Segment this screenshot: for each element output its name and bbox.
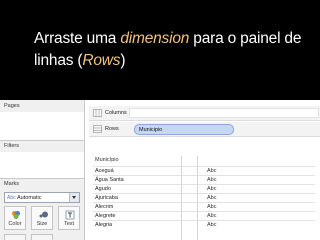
municipio-pill[interactable]: Municipio [134,124,234,135]
left-panel: Pages Filters Marks Abc Automatic Color … [0,100,85,240]
row-city: Alegria [95,222,113,228]
chevron-down-icon[interactable] [69,193,79,202]
pill-label: Municipio [139,127,163,133]
row-value: Abc [207,222,217,228]
row-value: Abc [207,177,217,183]
text-icon [65,210,75,220]
instruction-part-3: ) [120,52,126,69]
text-label: Text [63,221,75,227]
size-icon [39,211,48,218]
size-button[interactable]: Size [31,206,53,230]
row-value: Abc [207,195,217,201]
row-city: Aceguá [95,168,114,174]
data-table: Município Aceguá Abc Água Santa Abc Agud… [93,156,315,240]
row-value: Abc [207,213,217,219]
color-icon [12,211,20,219]
abc-icon: Abc [7,195,16,201]
row-value: Abc [207,186,217,192]
columns-icon [93,109,102,117]
mark-shelf-slot[interactable] [4,234,26,240]
table-row[interactable]: Ajuricaba Abc [93,193,315,202]
row-city: Alecrim [95,204,114,210]
instruction-part-1: Arraste uma [34,30,121,47]
marks-label: Marks [4,181,19,187]
rows-icon [93,125,102,133]
row-value: Abc [207,168,217,174]
instruction-highlight-dimension: dimension [120,30,190,47]
instruction-text: Arraste uma dimension para o painel de l… [34,28,304,72]
filters-label: Filters [4,143,19,149]
instruction-highlight-rows: Rows [82,52,121,69]
mark-type-value: Automatic [17,195,42,201]
tableau-workspace: Pages Filters Marks Abc Automatic Color … [0,100,320,240]
columns-label: Columns [105,110,127,116]
mark-type-dropdown[interactable]: Abc Automatic [4,192,80,203]
color-label: Color [8,221,22,227]
mark-shelf-slot[interactable] [31,234,53,240]
instruction-banner: Arraste uma dimension para o painel de l… [0,0,320,100]
row-city: Agudo [95,186,111,192]
table-row[interactable]: Alecrim Abc [93,202,315,211]
row-city: Alegrete [95,213,116,219]
size-label: Size [36,221,48,227]
table-row[interactable]: Alegria Abc [93,220,315,229]
row-city: Água Santa [95,177,124,183]
row-value: Abc [207,204,217,210]
separator [0,140,84,141]
table-row[interactable]: Alegrete Abc [93,211,315,220]
columns-shelf[interactable]: Columns [89,106,320,121]
filters-shelf[interactable] [0,152,84,178]
table-row[interactable]: Agudo Abc [93,184,315,193]
color-button[interactable]: Color [4,206,26,230]
table-header: Município [95,157,119,163]
table-row[interactable]: Água Santa Abc [93,175,315,184]
rows-label: Rows [105,126,119,132]
row-city: Ajuricaba [95,195,118,201]
columns-drop-zone[interactable] [129,108,319,118]
text-button[interactable]: Text [58,206,80,230]
view-area: Columns Rows Municipio Município Aceguá … [85,100,320,240]
table-row[interactable]: Aceguá Abc [93,166,315,175]
separator [0,178,84,179]
pages-shelf[interactable] [0,112,84,140]
pages-label: Pages [4,103,20,109]
